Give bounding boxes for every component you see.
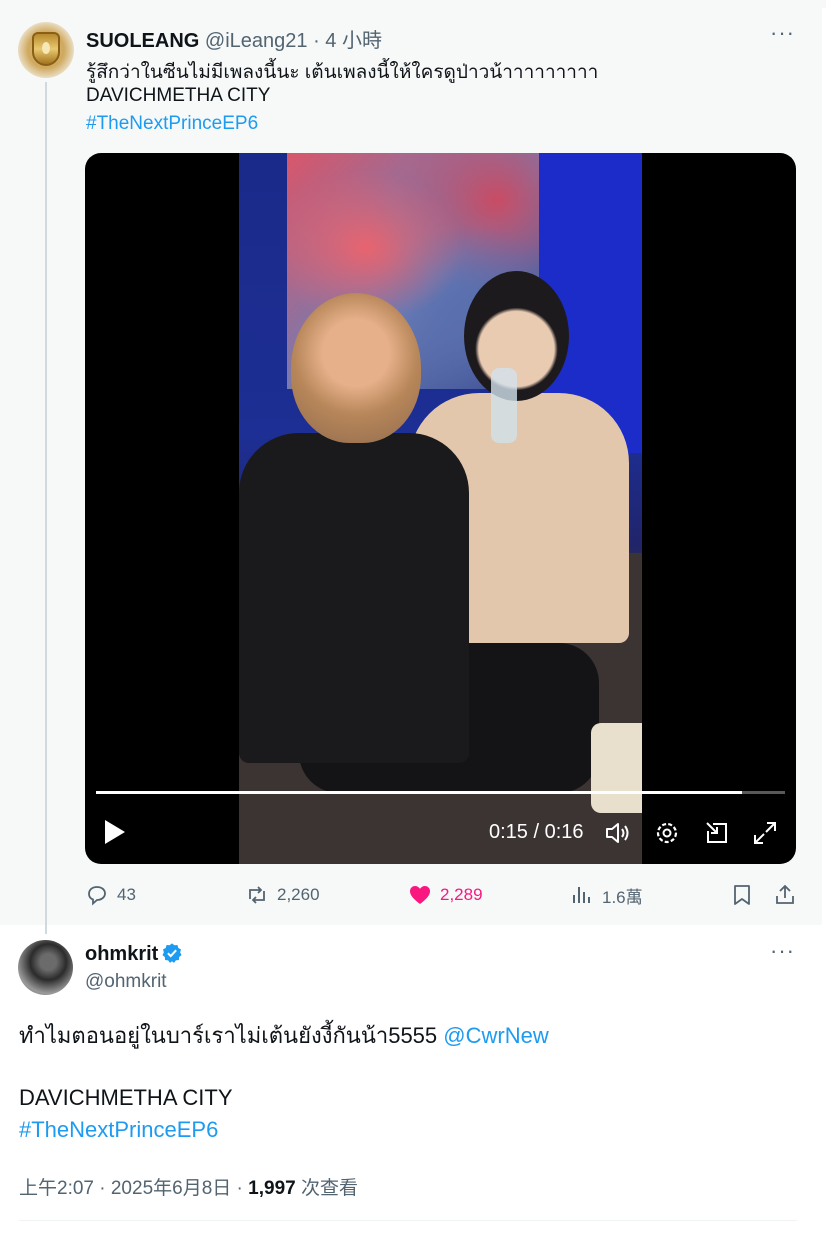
person-body bbox=[239, 433, 469, 763]
post-text-line: DAVICHMETHA CITY bbox=[86, 85, 271, 106]
display-name[interactable]: ohmkrit bbox=[85, 943, 158, 965]
view-suffix: 次查看 bbox=[295, 1178, 358, 1199]
repost-icon bbox=[249, 886, 265, 904]
mention-link[interactable]: @CwrNew bbox=[443, 1023, 548, 1048]
post-text: ทำไมตอนอยู่ในบาร์เราไม่เต้นยังงี้กันน้า5… bbox=[19, 1023, 438, 1048]
reply-button[interactable]: 43 bbox=[85, 880, 136, 910]
display-name[interactable]: SUOLEANG bbox=[86, 30, 199, 52]
bookmark-button[interactable] bbox=[730, 880, 762, 910]
fullscreen-icon[interactable] bbox=[751, 819, 779, 847]
post-text-line: DAVICHMETHA CITY bbox=[19, 1085, 233, 1110]
author-row: ohmkrit bbox=[85, 942, 183, 966]
video-progress-bar[interactable] bbox=[96, 791, 785, 794]
cup bbox=[591, 723, 642, 813]
reply-icon bbox=[88, 886, 106, 906]
heart-icon bbox=[410, 886, 430, 904]
share-button[interactable] bbox=[773, 880, 805, 910]
water-bottle bbox=[491, 368, 517, 443]
volume-icon[interactable] bbox=[603, 819, 631, 847]
verified-badge-icon[interactable] bbox=[161, 942, 183, 964]
avatar[interactable] bbox=[18, 940, 73, 995]
share-icon bbox=[776, 884, 794, 904]
top-band bbox=[0, 0, 826, 8]
post-text-line: ทำไมตอนอยู่ในบาร์เราไม่เต้นยังงี้กันน้า5… bbox=[19, 1018, 549, 1053]
settings-icon[interactable] bbox=[653, 819, 681, 847]
repost-button[interactable]: 2,260 bbox=[245, 880, 320, 910]
view-count: 1,997 bbox=[248, 1178, 296, 1199]
reply-count: 43 bbox=[117, 885, 136, 904]
post-meta: 上午2:07 · 2025年6月8日 · 1,997 次查看 bbox=[19, 1173, 358, 1200]
divider bbox=[19, 1220, 797, 1221]
timestamp[interactable]: 上午2:07 · 2025年6月8日 · bbox=[19, 1178, 248, 1199]
play-icon[interactable] bbox=[103, 819, 127, 845]
like-button[interactable]: 2,289 bbox=[408, 880, 483, 910]
handle[interactable]: @ohmkrit bbox=[85, 971, 167, 993]
more-options-icon[interactable]: ··· bbox=[770, 20, 795, 46]
hashtag-link[interactable]: #TheNextPrinceEP6 bbox=[19, 1117, 218, 1143]
repost-count: 2,260 bbox=[277, 885, 320, 904]
views-count: 1.6萬 bbox=[602, 887, 643, 907]
like-count: 2,289 bbox=[440, 885, 483, 904]
analytics-icon bbox=[573, 887, 590, 903]
video-time: 0:15 / 0:16 bbox=[489, 821, 584, 843]
more-options-icon[interactable]: ··· bbox=[770, 938, 795, 964]
avatar[interactable] bbox=[18, 22, 74, 78]
thread-line bbox=[45, 82, 47, 934]
handle-time[interactable]: @iLeang21 · 4 小時 bbox=[205, 30, 382, 52]
bookmark-icon bbox=[734, 885, 750, 905]
post-text-line: รู้สึกว่าในซีนไม่มีเพลงนี้นะ เต้นเพลงนี้… bbox=[86, 62, 599, 83]
video-player[interactable]: 0:15 / 0:16 bbox=[85, 153, 796, 864]
hashtag-link[interactable]: #TheNextPrinceEP6 bbox=[86, 113, 258, 135]
dock-video-icon[interactable] bbox=[703, 819, 731, 847]
crest-image bbox=[32, 32, 60, 66]
views-button[interactable]: 1.6萬 bbox=[570, 880, 643, 910]
post-header: SUOLEANG @iLeang21 · 4 小時 bbox=[86, 24, 382, 53]
video-progress-fill bbox=[96, 791, 742, 794]
video-frame bbox=[239, 153, 642, 864]
person-head bbox=[291, 293, 421, 443]
